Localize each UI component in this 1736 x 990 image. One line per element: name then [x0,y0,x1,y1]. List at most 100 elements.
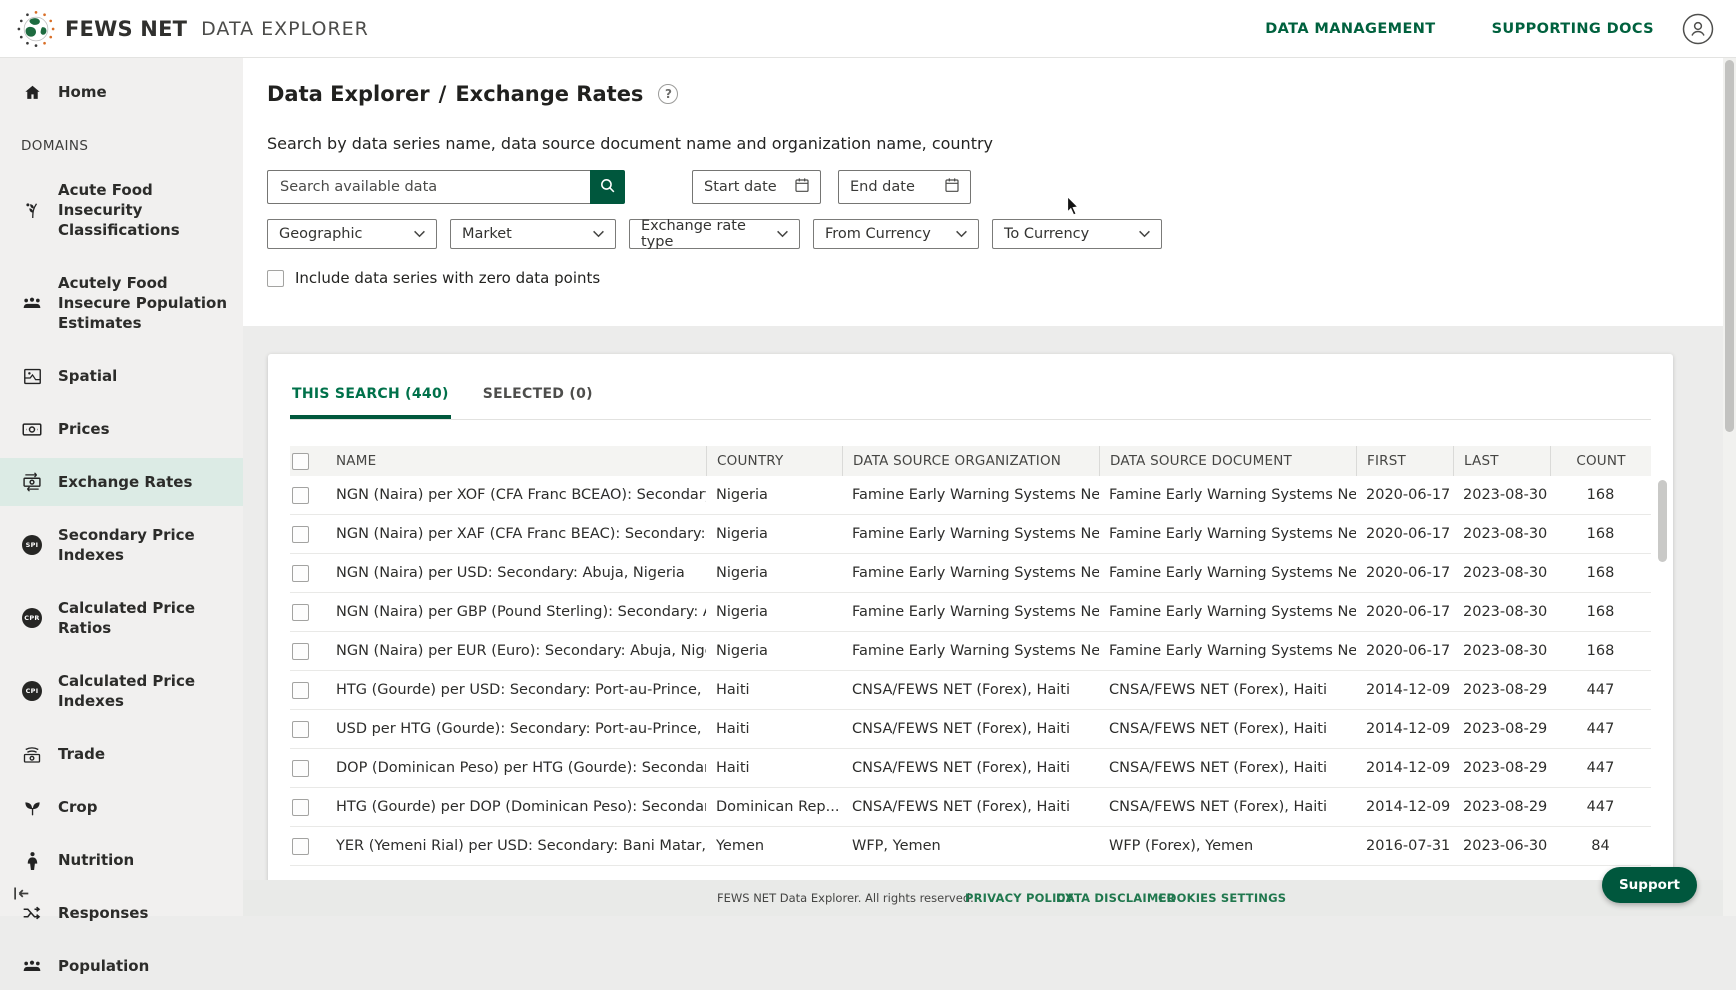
table-row[interactable]: NGN (Naira) per USD: Secondary: Abuja, N… [290,554,1651,593]
cell-data-source-organization: Famine Early Warning Systems Net... [842,604,1099,620]
filter-label: From Currency [825,226,931,242]
row-checkbox[interactable] [292,799,309,816]
sidebar-item-exchange-rates[interactable]: Exchange Rates [0,458,243,506]
row-checkbox[interactable] [292,565,309,582]
population-estimates-icon [21,296,43,310]
table-row[interactable]: NGN (Naira) per XAF (CFA Franc BEAC): Se… [290,515,1651,554]
sidebar-item-calculated-price-ratios[interactable]: CPRCalculated Price Ratios [0,584,243,652]
filter-label: To Currency [1004,226,1089,242]
row-checkbox[interactable] [292,682,309,699]
sidebar-item-label: Nutrition [58,850,134,870]
filter-row: Geographic Market Exchange rate type From C… [267,219,1162,249]
table-scrollbar-thumb[interactable] [1658,480,1667,562]
column-header-data-source-document: DATA SOURCE DOCUMENT [1099,446,1356,476]
row-checkbox[interactable] [292,838,309,855]
column-header-data-source-organization: DATA SOURCE ORGANIZATION [842,446,1099,476]
cell-data-source-document: Famine Early Warning Systems Net... [1099,487,1356,503]
cell-first-date: 2020-06-17 [1356,643,1453,659]
responses-icon [21,905,43,921]
filter-select-to-currency[interactable]: To Currency [992,219,1162,249]
cell-name: USD per HTG (Gourde): Secondary: Port-au… [326,721,706,737]
cell-data-source-organization: Famine Early Warning Systems Net... [842,526,1099,542]
cell-count: 447 [1550,760,1651,776]
table-row[interactable]: HTG (Gourde) per USD: Secondary: Port-au… [290,671,1651,710]
top-nav-supporting-docs[interactable]: SUPPORTING DOCS [1492,21,1654,37]
cell-data-source-organization: Famine Early Warning Systems Net... [842,643,1099,659]
sidebar-item-population[interactable]: Population [0,942,243,990]
logo-secondary-text: DATA EXPLORER [201,18,369,40]
cell-count: 168 [1550,487,1651,503]
page-scrollbar[interactable] [1723,58,1736,916]
row-checkbox[interactable] [292,760,309,777]
row-checkbox[interactable] [292,721,309,738]
page-scrollbar-thumb[interactable] [1725,60,1734,432]
sidebar-item-label: Population [58,956,149,976]
row-checkbox[interactable] [292,526,309,543]
zero-data-checkbox[interactable] [267,270,284,287]
breadcrumb-parent[interactable]: Data Explorer [267,82,430,106]
cell-count: 168 [1550,526,1651,542]
cell-data-source-organization: CNSA/FEWS NET (Forex), Haiti [842,799,1099,815]
start-date-field[interactable]: Start date [692,170,821,204]
table-row[interactable]: USD per HTG (Gourde): Secondary: Port-au… [290,710,1651,749]
sidebar-item-home[interactable]: Home [0,68,243,116]
table-row[interactable]: NGN (Naira) per XOF (CFA Franc BCEAO): S… [290,476,1651,515]
sidebar-item-acute-food-insecurity-classifications[interactable]: Acute Food Insecurity Classifications [0,166,243,254]
chevron-down-icon [413,226,426,242]
cell-first-date: 2014-12-09 [1356,721,1453,737]
table-row[interactable]: NGN (Naira) per GBP (Pound Sterling): Se… [290,593,1651,632]
sidebar-collapse-icon[interactable] [12,885,31,906]
help-icon[interactable]: ? [658,84,678,104]
table-row[interactable]: NGN (Naira) per EUR (Euro): Secondary: A… [290,632,1651,671]
sidebar-item-label: Home [58,82,107,102]
cell-data-source-document: CNSA/FEWS NET (Forex), Haiti [1099,799,1356,815]
select-all-checkbox[interactable] [292,453,309,470]
sidebar: Home DOMAINS Acute Food Insecurity Class… [0,58,243,916]
cell-last-date: 2023-08-30 [1453,526,1550,542]
chevron-down-icon [1138,226,1151,242]
app-header: FEWS NET DATA EXPLORER DATA MANAGEMENT SU… [0,0,1736,58]
sidebar-item-crop[interactable]: Crop [0,783,243,831]
cell-first-date: 2020-06-17 [1356,565,1453,581]
sidebar-item-secondary-price-indexes[interactable]: SPISecondary Price Indexes [0,511,243,579]
sidebar-item-spatial[interactable]: Spatial [0,352,243,400]
search-input[interactable] [267,170,590,204]
sidebar-section-label: DOMAINS [21,138,243,154]
filter-select-exchange-rate-type[interactable]: Exchange rate type [629,219,800,249]
filter-select-from-currency[interactable]: From Currency [813,219,979,249]
top-nav-data-management[interactable]: DATA MANAGEMENT [1265,21,1435,37]
filter-label: Market [462,226,512,242]
filter-select-market[interactable]: Market [450,219,616,249]
sidebar-item-trade[interactable]: Trade [0,730,243,778]
row-checkbox[interactable] [292,643,309,660]
cell-last-date: 2023-08-30 [1453,487,1550,503]
tab-this-search-440[interactable]: THIS SEARCH (440) [290,384,451,419]
fews-net-logo[interactable]: FEWS NET DATA EXPLORER [17,10,369,48]
cell-last-date: 2023-08-30 [1453,604,1550,620]
table-row[interactable]: HTG (Gourde) per DOP (Dominican Peso): S… [290,788,1651,827]
support-button[interactable]: Support [1602,867,1697,903]
row-checkbox[interactable] [292,604,309,621]
start-date-placeholder: Start date [704,179,777,195]
user-avatar-button[interactable] [1682,13,1714,45]
sidebar-item-calculated-price-indexes[interactable]: CPICalculated Price Indexes [0,657,243,725]
cell-last-date: 2023-08-29 [1453,721,1550,737]
main-content: Data Explorer / Exchange Rates ? Search … [243,58,1723,916]
end-date-field[interactable]: End date [838,170,971,204]
cell-country: Nigeria [706,643,842,659]
sidebar-item-acutely-food-insecure-population-estimates[interactable]: Acutely Food Insecure Population Estimat… [0,259,243,347]
sidebar-item-responses[interactable]: Responses [0,889,243,937]
cell-data-source-organization: CNSA/FEWS NET (Forex), Haiti [842,760,1099,776]
tab-selected-0[interactable]: SELECTED (0) [481,384,595,419]
filter-select-geographic[interactable]: Geographic [267,219,437,249]
cookies-settings-link[interactable]: COOKIES SETTINGS [1158,891,1286,905]
sidebar-item-prices[interactable]: Prices [0,405,243,453]
copyright-text: FEWS NET Data Explorer. All rights reser… [717,891,974,905]
sidebar-item-nutrition[interactable]: Nutrition [0,836,243,884]
footer: FEWS NET Data Explorer. All rights reser… [243,880,1723,916]
row-checkbox[interactable] [292,487,309,504]
search-button[interactable] [590,170,625,204]
table-row[interactable]: YER (Yemeni Rial) per USD: Secondary: Ba… [290,827,1651,866]
table-row[interactable]: DOP (Dominican Peso) per HTG (Gourde): S… [290,749,1651,788]
top-nav: DATA MANAGEMENT SUPPORTING DOCS [1265,21,1654,37]
